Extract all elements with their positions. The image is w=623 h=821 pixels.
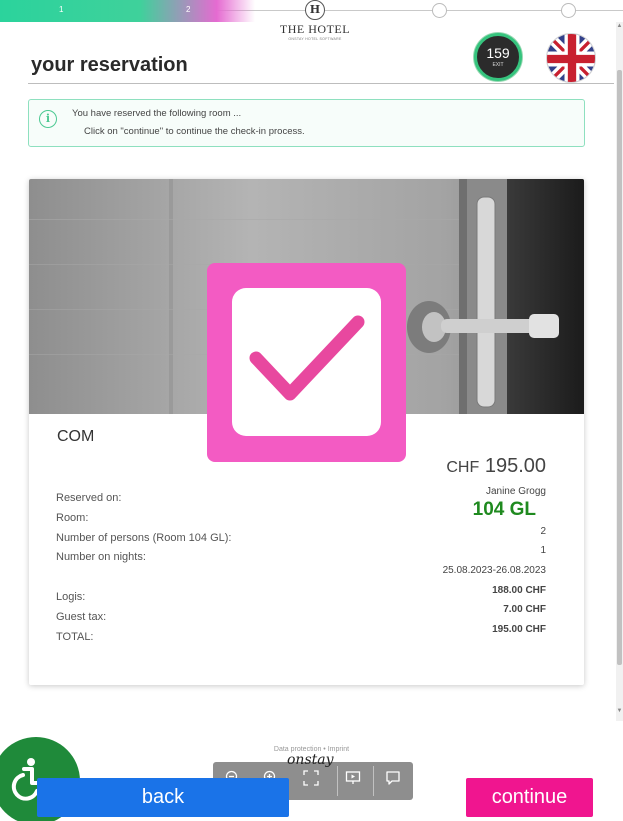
back-button[interactable]: back: [37, 778, 289, 817]
continue-button[interactable]: continue: [466, 778, 593, 817]
logo-mark: H: [305, 0, 325, 20]
header-divider: [28, 83, 614, 84]
progress-fill: [0, 0, 255, 22]
exit-countdown: 159: [486, 45, 510, 61]
exit-label: EXIT: [492, 62, 504, 68]
scroll-down-icon[interactable]: ▼: [616, 708, 623, 714]
value-nights: 1: [540, 545, 546, 556]
scrollbar-thumb[interactable]: [617, 70, 622, 665]
exit-button[interactable]: 159 EXIT: [474, 33, 522, 81]
label-guest-tax: Guest tax:: [56, 611, 107, 623]
room-category: COM: [57, 428, 95, 445]
scroll-up-icon[interactable]: ▲: [616, 23, 623, 29]
label-room: Room:: [56, 512, 89, 524]
label-persons: Number of persons (Room 104 GL):: [56, 532, 232, 544]
presentation-icon[interactable]: [341, 770, 365, 790]
progress-step-dot: [561, 3, 576, 18]
fullscreen-icon[interactable]: [299, 770, 323, 790]
label-reserved-on: Reserved on:: [56, 492, 122, 504]
checkin-page: 1 2 H THE HOTEL ONSTAY HOTEL SOFTWARE yo…: [0, 0, 623, 821]
value-guest-tax: 7.00 CHF: [503, 604, 546, 615]
logo-tagline: ONSTAY HOTEL SOFTWARE: [288, 37, 342, 41]
checkmark-icon: [232, 288, 381, 436]
label-total: TOTAL:: [56, 631, 94, 643]
confirmation-overlay: [207, 263, 406, 462]
guest-name: Janine Grogg: [485, 486, 546, 497]
comment-icon[interactable]: [381, 770, 405, 790]
room-number: 104 GL: [472, 499, 536, 520]
label-nights: Number on nights:: [56, 551, 146, 563]
info-message: i You have reserved the following room .…: [28, 99, 585, 147]
value-total: 195.00 CHF: [492, 624, 546, 635]
value-dates: 25.08.2023-26.08.2023: [442, 565, 546, 576]
info-icon: i: [39, 110, 57, 128]
progress-step-2: 2: [186, 5, 191, 14]
value-persons: 2: [540, 526, 546, 537]
uk-flag-icon[interactable]: [546, 33, 596, 83]
info-text-line2: Click on "continue" to continue the chec…: [84, 126, 305, 137]
progress-step-1: 1: [59, 5, 64, 14]
hotel-logo: H THE HOTEL ONSTAY HOTEL SOFTWARE: [270, 0, 360, 41]
price-currency: CHF: [446, 459, 480, 476]
toolbar-divider: [337, 766, 338, 796]
info-text-line1: You have reserved the following room ...: [72, 108, 242, 119]
label-logis: Logis:: [56, 591, 86, 603]
progress-step-dot: [432, 3, 447, 18]
page-title: your reservation: [31, 54, 188, 76]
total-price: CHF 195.00: [446, 455, 546, 478]
price-amount: 195.00: [484, 455, 546, 477]
logo-name: THE HOTEL: [279, 22, 351, 36]
onstay-logo: onstay: [287, 752, 334, 768]
toolbar-divider: [373, 766, 374, 796]
value-logis: 188.00 CHF: [492, 585, 546, 596]
